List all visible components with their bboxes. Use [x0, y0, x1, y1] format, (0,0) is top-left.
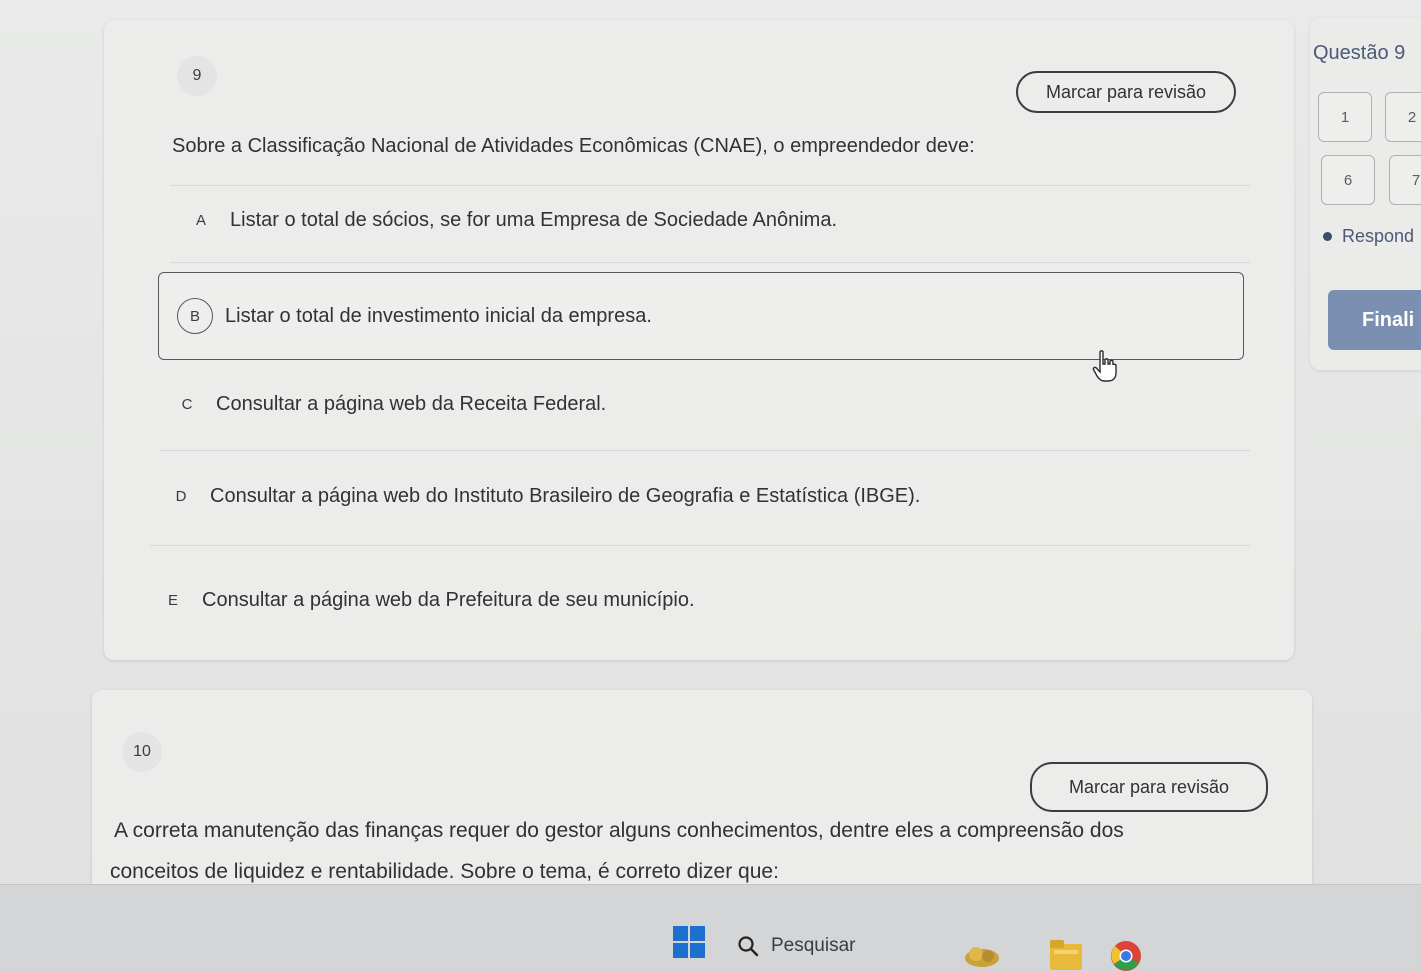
alternative-text: Listar o total de sócios, se for uma Emp… — [230, 208, 838, 231]
alternative-b-selected[interactable]: B Listar o total de investimento inicial… — [158, 272, 1244, 360]
nav-question-7[interactable]: 7 — [1389, 155, 1421, 205]
alternative-letter: B — [177, 298, 213, 334]
alternative-letter: C — [181, 395, 193, 413]
alternative-text: Consultar a página web do Instituto Bras… — [210, 484, 921, 507]
answered-legend: Respond — [1323, 226, 1414, 247]
legend-label: Respond — [1342, 226, 1415, 246]
divider — [150, 545, 1250, 546]
question-10-number: 10 — [122, 732, 162, 772]
start-tile — [673, 943, 688, 958]
nav-question-2[interactable]: 2 — [1385, 92, 1421, 142]
alternative-letter: A — [195, 211, 206, 229]
alternative-e[interactable]: E Consultar a página web da Prefeitura d… — [156, 580, 695, 620]
alternative-text: Consultar a página web da Receita Federa… — [216, 392, 607, 415]
start-tile — [690, 926, 705, 941]
weather-icon[interactable] — [962, 936, 1002, 972]
divider — [160, 450, 1250, 451]
mark-for-review-button-q9[interactable]: Marcar para revisão — [1016, 71, 1236, 113]
alternative-d[interactable]: D Consultar a página web do Instituto Br… — [164, 476, 921, 516]
windows-start-icon[interactable] — [673, 926, 705, 958]
taskbar-search[interactable]: Pesquisar — [727, 926, 957, 966]
search-icon — [738, 936, 759, 957]
finish-button[interactable]: Finali — [1328, 290, 1421, 350]
divider — [170, 262, 1250, 263]
start-tile — [673, 926, 688, 941]
question-9-statement: Sobre a Classificação Nacional de Ativid… — [172, 135, 975, 157]
alternative-letter: D — [175, 487, 187, 505]
alternative-a[interactable]: A Listar o total de sócios, se for uma E… — [184, 200, 837, 240]
current-question-title: Questão 9 — [1313, 42, 1406, 64]
search-placeholder: Pesquisar — [771, 935, 856, 956]
mark-for-review-button-q10[interactable]: Marcar para revisão — [1030, 762, 1268, 812]
alternative-text: Listar o total de investimento inicial d… — [225, 304, 652, 327]
question-10-statement-line-1: A correta manutenção das finanças requer… — [114, 819, 1124, 842]
alternative-text: Consultar a página web da Prefeitura de … — [202, 588, 695, 611]
alternative-letter: E — [167, 591, 178, 609]
nav-question-6[interactable]: 6 — [1321, 155, 1375, 205]
taskbar — [0, 884, 1421, 972]
nav-question-1[interactable]: 1 — [1318, 92, 1372, 142]
hand-cursor-icon — [1092, 350, 1117, 382]
chrome-icon[interactable] — [1106, 936, 1146, 972]
exam-screen: 9 Marcar para revisão Sobre a Classifica… — [0, 0, 1421, 972]
start-tile — [690, 943, 705, 958]
answered-dot-icon — [1323, 232, 1332, 241]
divider — [170, 185, 1250, 186]
alternative-c[interactable]: C Consultar a página web da Receita Fede… — [170, 384, 607, 424]
question-9-number: 9 — [177, 56, 217, 96]
file-explorer-icon[interactable] — [1046, 936, 1086, 972]
